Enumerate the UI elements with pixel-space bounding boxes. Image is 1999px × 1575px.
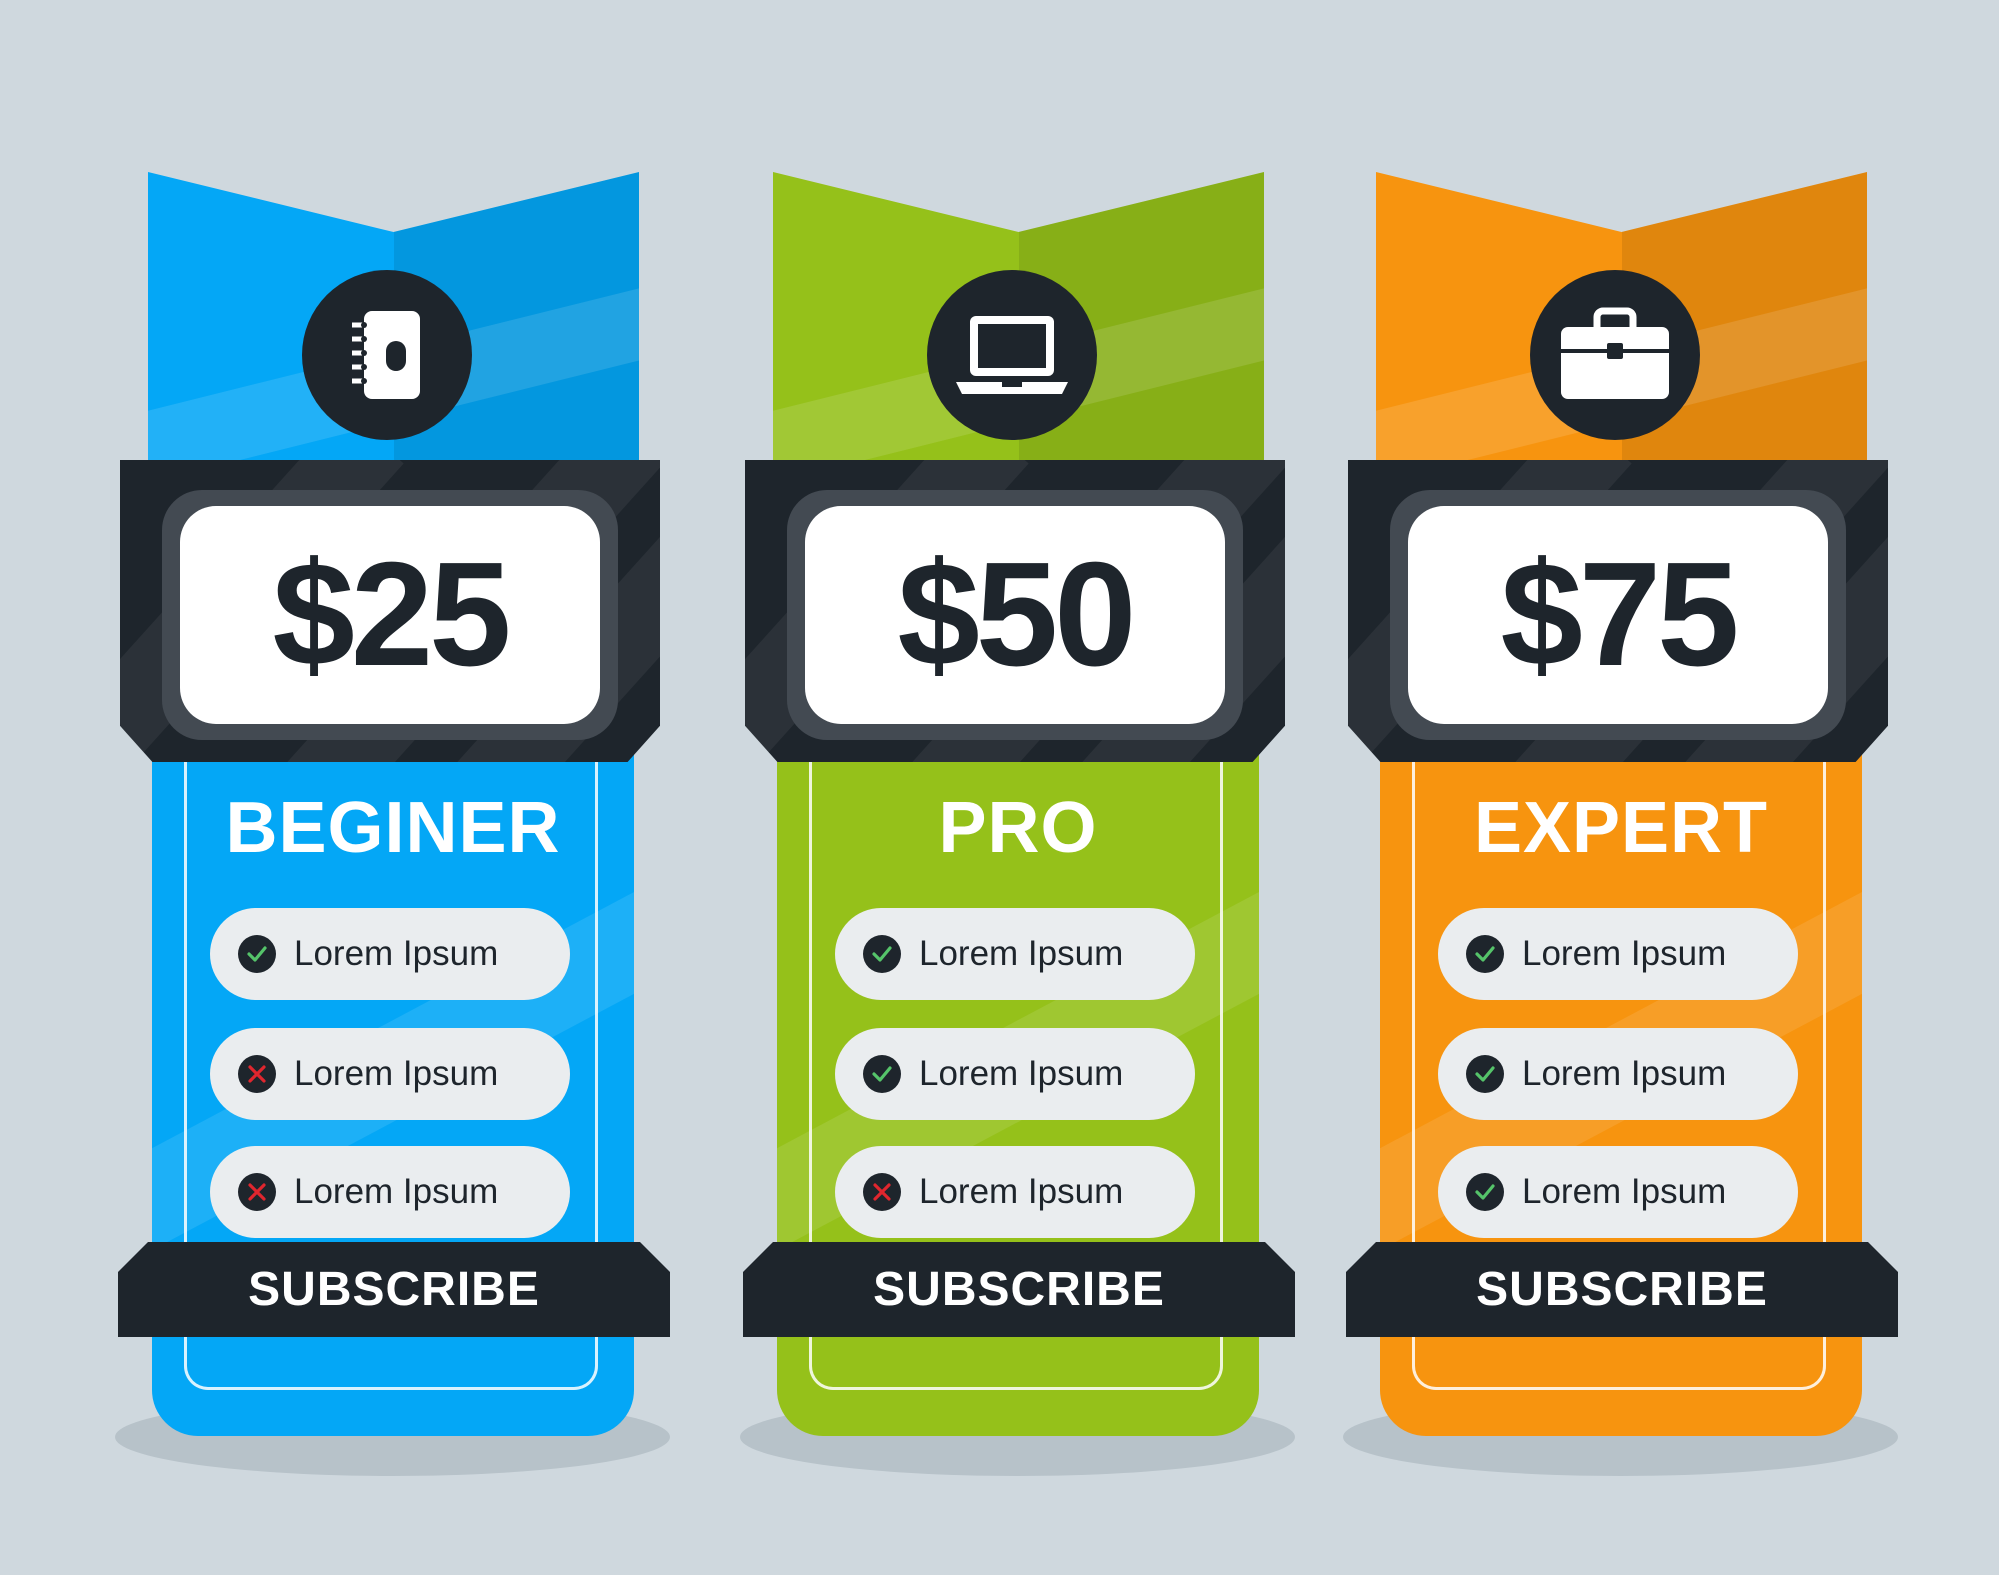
feature-item: Lorem Ipsum — [210, 1146, 570, 1238]
cross-icon — [238, 1055, 276, 1093]
feature-item: Lorem Ipsum — [1438, 908, 1798, 1000]
feature-label: Lorem Ipsum — [294, 1054, 499, 1093]
check-icon — [1466, 1173, 1504, 1211]
check-icon — [1466, 935, 1504, 973]
cross-icon — [863, 1173, 901, 1211]
price-value: $25 — [272, 532, 512, 697]
feature-item: Lorem Ipsum — [835, 1146, 1195, 1238]
feature-item: Lorem Ipsum — [835, 908, 1195, 1000]
laptop-icon — [927, 270, 1097, 440]
subscribe-button[interactable]: SUBSCRIBE — [1346, 1242, 1898, 1337]
feature-item: Lorem Ipsum — [210, 1028, 570, 1120]
subscribe-label: SUBSCRIBE — [1476, 1263, 1768, 1316]
check-icon — [863, 935, 901, 973]
plan-name: BEGINER — [225, 788, 561, 868]
briefcase-icon — [1530, 270, 1700, 440]
feature-label: Lorem Ipsum — [1522, 1054, 1727, 1093]
feature-label: Lorem Ipsum — [1522, 1172, 1727, 1211]
pricing-card-expert: EXPERT Lorem Ipsum Lorem Ipsum Lorem Ips… — [1328, 160, 1908, 1500]
feature-label: Lorem Ipsum — [294, 934, 499, 973]
pricing-card-beginner: BEGINER Lorem Ipsum Lorem Ipsum Lorem Ip… — [100, 160, 680, 1500]
price-box: $25 — [180, 506, 600, 724]
check-icon — [1466, 1055, 1504, 1093]
subscribe-button[interactable]: SUBSCRIBE — [743, 1242, 1295, 1337]
price-box: $75 — [1408, 506, 1828, 724]
pricing-card-pro: PRO Lorem Ipsum Lorem Ipsum Lorem Ipsum … — [725, 160, 1305, 1500]
feature-item: Lorem Ipsum — [1438, 1146, 1798, 1238]
feature-item: Lorem Ipsum — [210, 908, 570, 1000]
feature-item: Lorem Ipsum — [1438, 1028, 1798, 1120]
cross-icon — [238, 1173, 276, 1211]
subscribe-button[interactable]: SUBSCRIBE — [118, 1242, 670, 1337]
feature-label: Lorem Ipsum — [919, 1054, 1124, 1093]
feature-label: Lorem Ipsum — [1522, 934, 1727, 973]
subscribe-label: SUBSCRIBE — [248, 1263, 540, 1316]
feature-label: Lorem Ipsum — [919, 1172, 1124, 1211]
plan-name: EXPERT — [1473, 788, 1769, 868]
feature-label: Lorem Ipsum — [919, 934, 1124, 973]
price-value: $75 — [1500, 532, 1740, 697]
plan-name: PRO — [938, 788, 1098, 868]
check-icon — [863, 1055, 901, 1093]
feature-label: Lorem Ipsum — [294, 1172, 499, 1211]
check-icon — [238, 935, 276, 973]
price-value: $50 — [897, 532, 1137, 697]
price-box: $50 — [805, 506, 1225, 724]
notebook-icon — [302, 270, 472, 440]
feature-item: Lorem Ipsum — [835, 1028, 1195, 1120]
subscribe-label: SUBSCRIBE — [873, 1263, 1165, 1316]
